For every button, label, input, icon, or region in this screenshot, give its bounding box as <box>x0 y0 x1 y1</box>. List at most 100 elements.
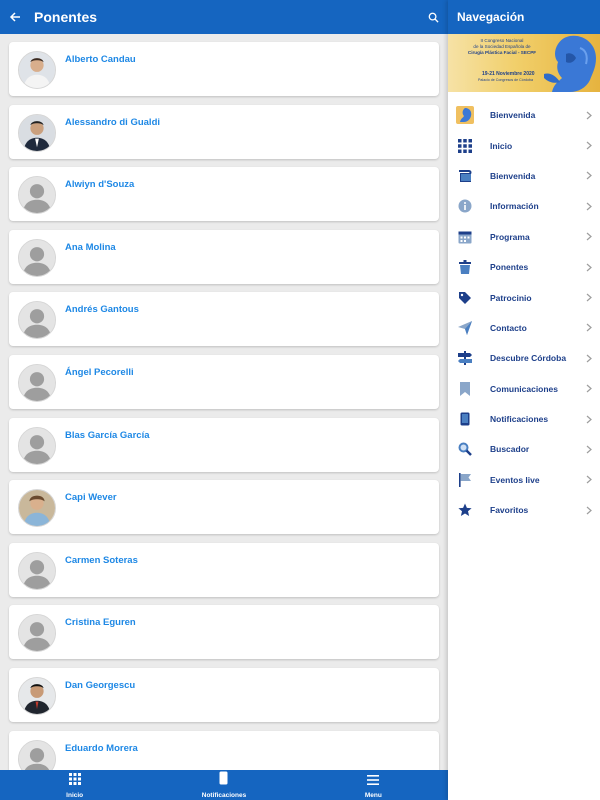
phone-icon <box>219 771 228 790</box>
nav-item[interactable]: Bienvenida <box>448 100 600 130</box>
avatar-placeholder-icon <box>18 551 56 590</box>
nav-item-label: Descubre Córdoba <box>490 353 567 364</box>
tab-label: Inicio <box>66 791 84 799</box>
page-title: Ponentes <box>34 9 98 25</box>
tab-notificaciones[interactable]: Notificaciones <box>149 770 298 800</box>
sculpture-face-image <box>544 35 596 92</box>
tab-inicio[interactable]: Inicio <box>0 770 149 800</box>
speaker-photo <box>18 489 56 528</box>
nav-item-label: Notificaciones <box>490 414 549 425</box>
speaker-card[interactable]: Alberto Candau <box>9 42 439 96</box>
tab-menu[interactable]: Menu <box>299 770 448 800</box>
welcome-image-icon <box>455 105 475 125</box>
avatar-placeholder-icon <box>18 238 56 277</box>
chevron-right-icon <box>582 415 596 424</box>
podium-icon <box>455 257 475 277</box>
banner-line: de la Sociedad Española de <box>473 44 531 49</box>
flag-icon <box>455 470 475 490</box>
nav-item[interactable]: Inicio <box>448 130 600 160</box>
drawer-menu: Bienvenida Inicio Bienvenida Información Pro… <box>448 92 600 525</box>
banner-date: 19-21 Noviembre 2020 <box>482 71 535 77</box>
banner-line: Cirugía Plástica Facial - SECPF <box>467 50 537 55</box>
nav-item[interactable]: Información <box>448 191 600 221</box>
speaker-card[interactable]: Dan Georgescu <box>9 667 439 722</box>
speaker-photo <box>18 51 56 89</box>
nav-item-label: Ponentes <box>490 262 529 273</box>
nav-item[interactable]: Bienvenida <box>448 161 600 191</box>
speaker-card[interactable]: Ana Molina <box>9 229 439 284</box>
nav-item-label: Eventos live <box>490 474 540 485</box>
speaker-photo <box>18 676 56 715</box>
speaker-name: Alberto Candau <box>65 54 136 65</box>
speaker-card[interactable]: Alwiyn d'Souza <box>9 167 439 222</box>
search-icon[interactable] <box>418 0 448 34</box>
tab-label: Menu <box>364 791 382 799</box>
speaker-name: Ángel Pecorelli <box>65 366 134 378</box>
chevron-right-icon <box>582 111 596 120</box>
chevron-right-icon <box>582 445 596 454</box>
nav-item-label: Programa <box>490 231 530 242</box>
bottom-tab-bar: Inicio Notificaciones Menu <box>0 770 448 800</box>
nav-item-label: Inicio <box>490 140 513 151</box>
chevron-right-icon <box>582 141 596 150</box>
nav-item[interactable]: Eventos live <box>448 465 600 495</box>
nav-item[interactable]: Descubre Córdoba <box>448 343 600 373</box>
speaker-name: Dan Georgescu <box>65 679 136 691</box>
nav-item[interactable]: Patrocinio <box>448 282 600 312</box>
grid-icon <box>455 136 475 156</box>
nav-item-label: Bienvenida <box>490 170 536 181</box>
nav-item[interactable]: Contacto <box>448 313 600 343</box>
nav-item-label: Favoritos <box>490 505 529 516</box>
congress-banner[interactable]: II Congreso Nacional de la Sociedad Espa… <box>448 34 600 92</box>
speaker-name: Alwiyn d'Souza <box>65 179 135 191</box>
speaker-card[interactable]: Eduardo Morera <box>9 730 439 770</box>
scroll-icon <box>455 166 475 186</box>
chevron-right-icon <box>582 323 596 332</box>
speaker-card[interactable]: Blas García García <box>9 417 439 472</box>
speaker-card[interactable]: Cristina Eguren <box>9 605 439 660</box>
nav-item[interactable]: Comunicaciones <box>448 374 600 404</box>
speaker-card[interactable]: Capi Wever <box>9 480 439 535</box>
avatar-placeholder-icon <box>18 426 56 465</box>
calendar-icon <box>455 227 475 247</box>
mobile-icon <box>455 409 475 429</box>
back-arrow-icon[interactable] <box>2 0 28 34</box>
info-icon <box>455 196 475 216</box>
speaker-list: Alberto Candau Alessandro di Gualdi Alwiyn… <box>0 34 448 770</box>
chevron-right-icon <box>582 506 596 515</box>
speaker-name: Ana Molina <box>65 241 116 253</box>
speakers-screen: Ponentes Alberto Candau Alessandro di Gua… <box>0 0 448 800</box>
speaker-card[interactable]: Andrés Gantous <box>9 292 439 347</box>
chevron-right-icon <box>582 475 596 484</box>
speaker-card[interactable]: Alessandro di Gualdi <box>9 104 439 159</box>
hamburger-icon <box>367 772 380 790</box>
chevron-right-icon <box>582 293 596 302</box>
nav-item-label: Contacto <box>490 322 527 333</box>
nav-item[interactable]: Notificaciones <box>448 404 600 434</box>
speaker-card[interactable]: Carmen Soteras <box>9 542 439 597</box>
banner-line: II Congreso Nacional <box>480 38 524 43</box>
speaker-card[interactable]: Ángel Pecorelli <box>9 354 439 409</box>
avatar-placeholder-icon <box>18 614 56 653</box>
bookmark-icon <box>455 379 475 399</box>
avatar-placeholder-icon <box>18 363 56 402</box>
avatar-placeholder-icon <box>18 739 56 770</box>
tab-label: Notificaciones <box>201 792 247 799</box>
speaker-name: Carmen Soteras <box>65 554 138 566</box>
banner-venue: Palacio de Congresos de Córdoba <box>478 78 533 82</box>
tag-icon <box>455 288 475 308</box>
avatar-placeholder-icon <box>18 176 56 215</box>
nav-item[interactable]: Programa <box>448 222 600 252</box>
nav-item[interactable]: Buscador <box>448 434 600 464</box>
nav-item[interactable]: Ponentes <box>448 252 600 282</box>
navigation-drawer: Navegación II Congreso Nacional de la So… <box>448 0 600 800</box>
paper-plane-icon <box>455 318 475 338</box>
speaker-name: Andrés Gantous <box>65 304 139 316</box>
speaker-photo <box>18 113 56 152</box>
chevron-right-icon <box>582 354 596 363</box>
nav-item[interactable]: Favoritos <box>448 495 600 525</box>
speaker-name: Blas García García <box>65 429 150 441</box>
nav-item-label: Patrocinio <box>490 292 532 303</box>
speaker-name: Alessandro di Gualdi <box>65 116 161 128</box>
nav-item-label: Bienvenida <box>490 110 536 121</box>
